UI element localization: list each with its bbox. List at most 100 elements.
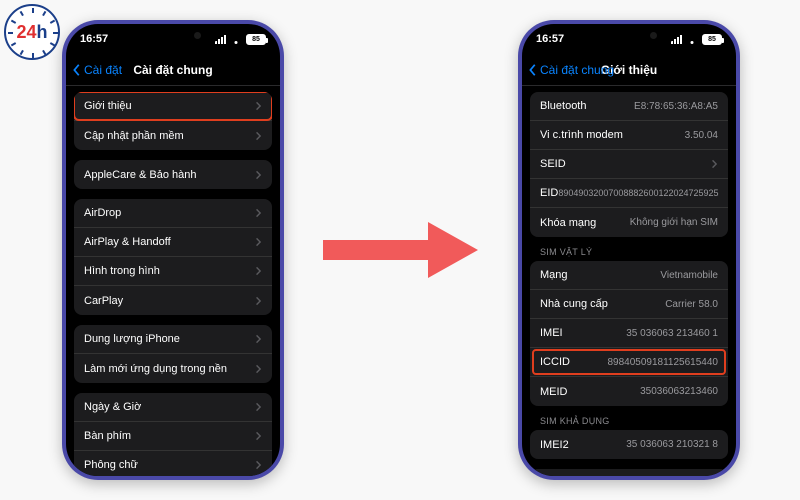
row-label: IMEI2 [540, 439, 569, 451]
settings-row[interactable]: AppleCare & Bảo hành [74, 160, 272, 189]
info-row[interactable]: ICCID 89840509181125615440 [530, 348, 728, 377]
info-row[interactable]: SEID [530, 150, 728, 179]
back-label: Cài đặt [84, 63, 122, 77]
row-label: AppleCare & Bảo hành [84, 169, 197, 181]
sim-group: Mạng Vietnamobile Nhà cung cấpCarrier 58.0… [530, 261, 728, 406]
status-time: 16:57 [536, 33, 564, 45]
settings-group: AirDrop AirPlay & Handoff Hình trong hình C… [74, 199, 272, 315]
brand-logo: 24h [4, 4, 60, 60]
info-group: Bluetooth E8:78:65:36:A8:A5 Vi c.trình mod… [530, 92, 728, 237]
row-label: Cập nhật phần mềm [84, 130, 184, 142]
settings-row[interactable]: Ngày & Giờ [74, 393, 272, 422]
settings-group: Giới thiệu Cập nhật phần mềm [74, 92, 272, 150]
row-label: Mạng [540, 269, 568, 281]
chevron-right-icon [254, 208, 262, 218]
chevron-right-icon [254, 266, 262, 276]
row-value: 89840509181125615440 [608, 357, 719, 368]
row-label: AirDrop [84, 207, 121, 219]
arrow-icon [318, 210, 488, 290]
notch [127, 24, 219, 46]
row-label: Phông chữ [84, 459, 138, 471]
chevron-right-icon [254, 334, 262, 344]
wifi-icon [230, 35, 242, 44]
row-value: 35036063213460 [640, 386, 718, 397]
chevron-right-icon [254, 364, 262, 374]
chevron-right-icon [254, 170, 262, 180]
info-row[interactable]: MEID 35036063213460 [530, 377, 728, 406]
phone-left: 16:57 85 Cài đặt Cài đặt chung Giới thiệ… [62, 20, 284, 480]
settings-row[interactable]: Làm mới ứng dụng trong nền [74, 354, 272, 383]
settings-row[interactable]: AirPlay & Handoff [74, 228, 272, 257]
row-label: ICCID [540, 356, 570, 368]
settings-group: Ngày & GiờBàn phímPhông chữNgôn ngữ & Vù… [74, 393, 272, 476]
settings-row[interactable]: Phông chữ [74, 451, 272, 476]
row-label: EID [540, 187, 558, 199]
chevron-left-icon [72, 63, 82, 77]
section-header: SIM KHẢ DỤNG [522, 406, 736, 428]
row-value: Không giới hạn SIM [630, 217, 718, 228]
row-value: Carrier 58.0 [665, 299, 718, 310]
settings-group: Dung lượng iPhone Làm mới ứng dụng trong … [74, 325, 272, 383]
row-label: Hình trong hình [84, 265, 160, 277]
row-label: AirPlay & Handoff [84, 236, 171, 248]
info-row[interactable]: IMEI 35 036063 213460 1 [530, 319, 728, 348]
chevron-left-icon [528, 63, 538, 77]
battery-icon: 85 [246, 34, 266, 45]
info-row[interactable]: EID89049032007008882600122024725925 [530, 179, 728, 208]
row-label: SEID [540, 158, 566, 170]
row-label: MEID [540, 386, 568, 398]
phone-right: 16:57 85 Cài đặt chung Giới thiệu Blueto… [518, 20, 740, 480]
cert-row[interactable]: Cài đặt tin cậy chứng nhận [530, 469, 728, 476]
info-row[interactable]: IMEI235 036063 210321 8 [530, 430, 728, 459]
logo-24: 24 [16, 22, 36, 42]
settings-row[interactable]: Hình trong hình [74, 257, 272, 286]
back-label: Cài đặt chung [540, 63, 614, 77]
cert-group: Cài đặt tin cậy chứng nhận [530, 469, 728, 476]
nav-bar: Cài đặt Cài đặt chung [66, 54, 280, 86]
row-label: Ngày & Giờ [84, 401, 141, 413]
chevron-right-icon [254, 296, 262, 306]
row-value: 35 036063 213460 1 [626, 328, 718, 339]
settings-row[interactable]: CarPlay [74, 286, 272, 315]
row-label: Làm mới ứng dụng trong nền [84, 363, 227, 375]
settings-row[interactable]: Cập nhật phần mềm [74, 121, 272, 150]
info-row[interactable]: Bluetooth E8:78:65:36:A8:A5 [530, 92, 728, 121]
row-label: CarPlay [84, 295, 123, 307]
row-value: 3.50.04 [685, 130, 718, 141]
row-value: Vietnamobile [660, 270, 718, 281]
chevron-right-icon [254, 101, 262, 111]
row-label: IMEI [540, 327, 563, 339]
settings-row[interactable]: Dung lượng iPhone [74, 325, 272, 354]
section-header: SIM VẬT LÝ [522, 237, 736, 259]
info-row[interactable]: Vi c.trình modem 3.50.04 [530, 121, 728, 150]
back-button[interactable]: Cài đặt chung [528, 63, 614, 77]
wifi-icon [686, 35, 698, 44]
settings-group: AppleCare & Bảo hành [74, 160, 272, 189]
info-row[interactable]: Mạng Vietnamobile [530, 261, 728, 290]
row-label: Bluetooth [540, 100, 586, 112]
notch [583, 24, 675, 46]
chevron-right-icon [254, 237, 262, 247]
sim2-group: IMEI235 036063 210321 8 [530, 430, 728, 459]
row-label: Bàn phím [84, 430, 131, 442]
row-label: Vi c.trình modem [540, 129, 623, 141]
logo-h: h [37, 22, 48, 42]
chevron-right-icon [710, 159, 718, 169]
back-button[interactable]: Cài đặt [72, 63, 122, 77]
settings-row[interactable]: Giới thiệu [74, 92, 272, 121]
status-time: 16:57 [80, 33, 108, 45]
settings-row[interactable]: AirDrop [74, 199, 272, 228]
battery-icon: 85 [702, 34, 722, 45]
chevron-right-icon [254, 402, 262, 412]
info-row[interactable]: Nhà cung cấpCarrier 58.0 [530, 290, 728, 319]
chevron-right-icon [254, 431, 262, 441]
row-label: Dung lượng iPhone [84, 333, 180, 345]
row-label: Khóa mạng [540, 217, 596, 229]
row-value: 89049032007008882600122024725925 [558, 188, 718, 198]
row-value: E8:78:65:36:A8:A5 [634, 101, 718, 112]
chevron-right-icon [254, 131, 262, 141]
info-row[interactable]: Khóa mạng Không giới hạn SIM [530, 208, 728, 237]
settings-row[interactable]: Bàn phím [74, 422, 272, 451]
nav-bar: Cài đặt chung Giới thiệu [522, 54, 736, 86]
row-label: Giới thiệu [84, 100, 132, 112]
